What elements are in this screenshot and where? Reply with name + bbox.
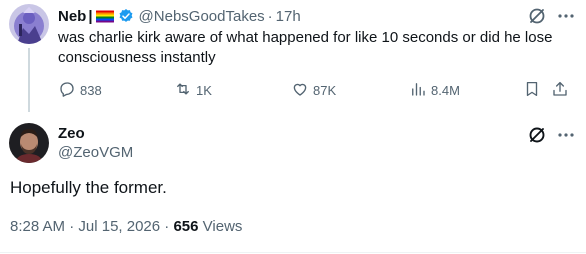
tweet-meta: 8:28 AM · Jul 15, 2026 · 656 Views xyxy=(10,218,242,235)
like-count: 87K xyxy=(313,82,337,98)
divider xyxy=(0,252,586,253)
author-handle[interactable]: @NebsGoodTakes xyxy=(139,8,265,25)
author-name[interactable]: Zeo xyxy=(58,125,85,142)
views-label: Views xyxy=(202,218,243,235)
reply-count: 838 xyxy=(80,82,102,98)
views-button[interactable]: 8.4M xyxy=(409,80,460,100)
share-button[interactable] xyxy=(551,80,569,100)
repost-icon xyxy=(174,80,192,101)
verified-badge-icon[interactable] xyxy=(118,8,134,24)
like-button[interactable]: 87K xyxy=(291,80,336,100)
more-icon[interactable] xyxy=(556,125,576,145)
avatar-neb[interactable] xyxy=(9,4,49,44)
author-name[interactable]: Neb xyxy=(58,8,86,25)
bookmark-button[interactable] xyxy=(523,80,541,100)
views-count: 8.4M xyxy=(431,82,460,98)
action-bar: 838 1K 87K 8.4M xyxy=(58,80,578,100)
tweet-time[interactable]: 8:28 AM xyxy=(10,218,65,235)
rainbow-flag-icon xyxy=(95,10,114,23)
tweet-text: Hopefully the former. xyxy=(10,178,167,197)
more-icon[interactable] xyxy=(556,6,576,26)
name-separator: | xyxy=(88,7,93,25)
bookmark-icon xyxy=(523,80,541,101)
dot-separator: · xyxy=(267,7,273,25)
parent-tweet-header: Neb | @NebsGoodTakes · 17h xyxy=(58,6,301,26)
author-handle[interactable]: @ZeoVGM xyxy=(58,144,133,161)
dot-separator: · xyxy=(69,218,75,235)
tweet-text: was charlie kirk aware of what happened … xyxy=(58,29,553,66)
reply-icon xyxy=(58,80,76,101)
repost-button[interactable]: 1K xyxy=(174,80,212,100)
like-icon xyxy=(291,80,309,101)
parent-tweet[interactable]: Neb | @NebsGoodTakes · 17h was charlie k… xyxy=(0,0,586,112)
reply-button[interactable]: 838 xyxy=(58,80,102,100)
tweet-date[interactable]: Jul 15, 2026 xyxy=(78,218,160,235)
repost-count: 1K xyxy=(196,82,212,98)
avatar-zeo[interactable] xyxy=(9,123,49,163)
dot-separator: · xyxy=(164,218,170,235)
view-count: 656 xyxy=(173,218,199,235)
thread-line xyxy=(28,48,30,112)
tweet-time[interactable]: 17h xyxy=(276,8,301,25)
tweet-thread: Neb | @NebsGoodTakes · 17h was charlie k… xyxy=(0,0,586,254)
share-icon xyxy=(551,80,569,101)
views-icon xyxy=(409,80,427,101)
grok-icon[interactable] xyxy=(527,125,547,145)
grok-icon[interactable] xyxy=(527,6,547,26)
